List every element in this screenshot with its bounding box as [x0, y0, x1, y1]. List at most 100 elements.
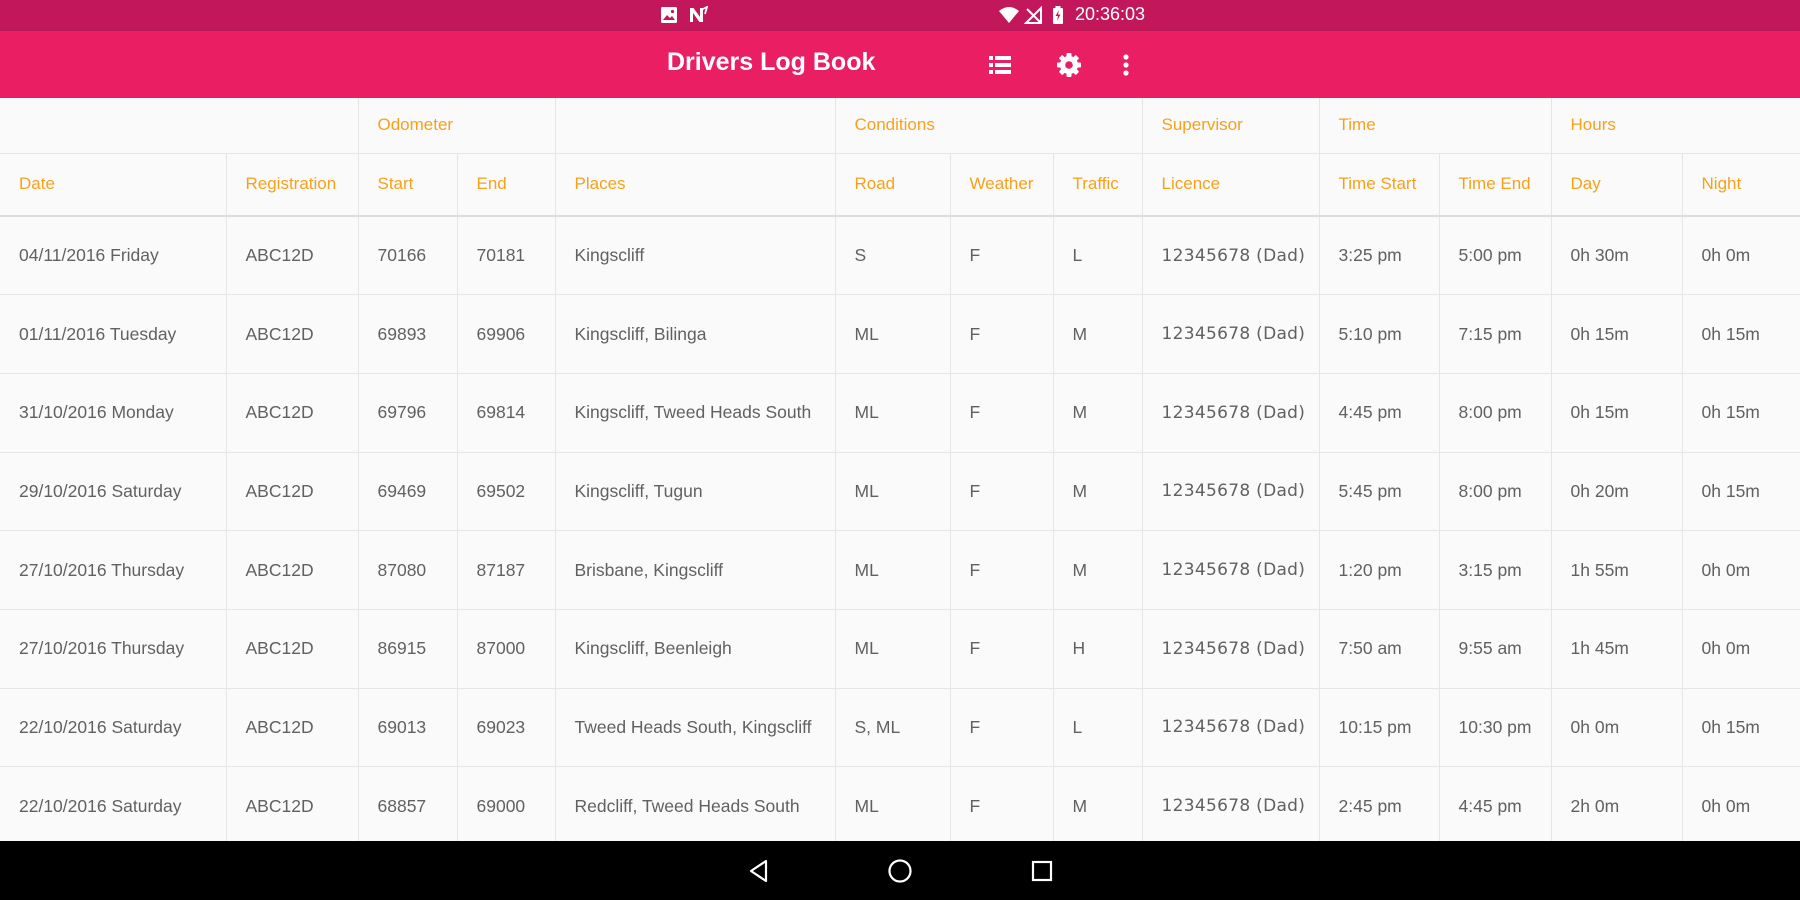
- cell-weather: F: [950, 530, 1054, 610]
- table-row[interactable]: 22/10/2016 Saturday ABC12D 69013 69023 Tweed…: [0, 688, 1800, 768]
- table-row[interactable]: 04/11/2016 Friday ABC12D 70166 70181 Kingscl…: [0, 216, 1800, 296]
- group-header-conditions: Conditions: [835, 98, 1143, 154]
- cell-road: S, ML: [835, 688, 951, 768]
- table-row[interactable]: 27/10/2016 Thursday ABC12D 86915 87000 Kings…: [0, 609, 1800, 689]
- cell-date: 27/10/2016 Thursday: [0, 530, 227, 610]
- column-header-date: Date: [0, 153, 227, 217]
- cell-weather: F: [950, 216, 1054, 296]
- overflow-menu-icon[interactable]: [1107, 46, 1145, 84]
- cell-hours-day: 1h 55m: [1551, 530, 1683, 610]
- cell-licence: 12345678 (Dad): [1142, 216, 1320, 296]
- cell-road: ML: [835, 766, 951, 841]
- cell-hours-night: 0h 15m: [1682, 373, 1800, 453]
- cell-odometer-end: 69814: [457, 373, 556, 453]
- cell-hours-day: 0h 0m: [1551, 688, 1683, 768]
- cell-weather: F: [950, 452, 1054, 532]
- cell-hours-night: 0h 0m: [1682, 530, 1800, 610]
- cell-licence: 12345678 (Dad): [1142, 609, 1320, 689]
- table-row[interactable]: 29/10/2016 Saturday ABC12D 69469 69502 Kings…: [0, 452, 1800, 532]
- cell-traffic: M: [1053, 294, 1143, 374]
- column-header-odometer-start: Start: [358, 153, 458, 217]
- cell-registration: ABC12D: [226, 294, 359, 374]
- cell-registration: ABC12D: [226, 452, 359, 532]
- cell-odometer-start: 69893: [358, 294, 458, 374]
- cell-traffic: M: [1053, 452, 1143, 532]
- no-signal-icon: [1024, 6, 1044, 24]
- cell-places: Kingscliff, Bilinga: [555, 294, 836, 374]
- column-header-places: Places: [555, 153, 836, 217]
- cell-time-start: 5:10 pm: [1319, 294, 1440, 374]
- cell-road: ML: [835, 294, 951, 374]
- settings-gear-icon[interactable]: [1050, 46, 1088, 84]
- cell-hours-day: 2h 0m: [1551, 766, 1683, 841]
- cell-odometer-end: 69000: [457, 766, 556, 841]
- cell-registration: ABC12D: [226, 766, 359, 841]
- group-header-time: Time: [1319, 98, 1552, 154]
- cell-weather: F: [950, 688, 1054, 768]
- cell-traffic: M: [1053, 766, 1143, 841]
- cell-road: ML: [835, 530, 951, 610]
- log-table: Odometer Conditions Supervisor Time Hour…: [0, 98, 1800, 841]
- cell-licence: 12345678 (Dad): [1142, 688, 1320, 768]
- cell-licence: 12345678 (Dad): [1142, 452, 1320, 532]
- back-icon[interactable]: [741, 853, 777, 889]
- cell-weather: F: [950, 609, 1054, 689]
- column-header-registration: Registration: [226, 153, 359, 217]
- cell-places: Kingscliff, Tugun: [555, 452, 836, 532]
- cell-traffic: L: [1053, 216, 1143, 296]
- status-bar: 20:36:03: [0, 0, 1800, 31]
- cell-time-end: 10:30 pm: [1439, 688, 1552, 768]
- cell-odometer-end: 69906: [457, 294, 556, 374]
- group-header-hours: Hours: [1551, 98, 1800, 154]
- cell-odometer-end: 69023: [457, 688, 556, 768]
- cell-odometer-start: 68857: [358, 766, 458, 841]
- cell-road: S: [835, 216, 951, 296]
- cell-time-end: 3:15 pm: [1439, 530, 1552, 610]
- cell-odometer-end: 70181: [457, 216, 556, 296]
- cell-odometer-end: 69502: [457, 452, 556, 532]
- recents-icon[interactable]: [1024, 853, 1060, 889]
- battery-charging-icon: [1052, 6, 1064, 24]
- app-bar: Drivers Log Book: [0, 31, 1800, 98]
- list-view-icon[interactable]: [981, 46, 1019, 84]
- cell-places: Kingscliff: [555, 216, 836, 296]
- cell-time-end: 8:00 pm: [1439, 452, 1552, 532]
- column-header-time-start: Time Start: [1319, 153, 1440, 217]
- column-header-licence: Licence: [1142, 153, 1320, 217]
- cell-registration: ABC12D: [226, 373, 359, 453]
- log-table-container[interactable]: Odometer Conditions Supervisor Time Hour…: [0, 98, 1800, 841]
- column-header-traffic: Traffic: [1053, 153, 1143, 217]
- cell-licence: 12345678 (Dad): [1142, 766, 1320, 841]
- cell-hours-day: 1h 45m: [1551, 609, 1683, 689]
- group-header-blank: [555, 98, 836, 154]
- column-header-hours-night: Night: [1682, 153, 1800, 217]
- table-row[interactable]: 22/10/2016 Saturday ABC12D 68857 69000 Redcl…: [0, 766, 1800, 841]
- home-icon[interactable]: [882, 853, 918, 889]
- table-row[interactable]: 27/10/2016 Thursday ABC12D 87080 87187 Brisb…: [0, 530, 1800, 610]
- cell-time-end: 4:45 pm: [1439, 766, 1552, 841]
- table-body: 04/11/2016 Friday ABC12D 70166 70181 Kingscl…: [0, 216, 1800, 841]
- column-header-time-end: Time End: [1439, 153, 1552, 217]
- cell-odometer-start: 69469: [358, 452, 458, 532]
- cell-registration: ABC12D: [226, 530, 359, 610]
- group-header-odometer: Odometer: [358, 98, 556, 154]
- cell-time-start: 5:45 pm: [1319, 452, 1440, 532]
- column-header-row: Date Registration Start End Places Road Weathe…: [0, 153, 1800, 217]
- cell-time-start: 10:15 pm: [1319, 688, 1440, 768]
- cell-traffic: M: [1053, 530, 1143, 610]
- table-row[interactable]: 01/11/2016 Tuesday ABC12D 69893 69906 Kingsc…: [0, 294, 1800, 374]
- cell-date: 04/11/2016 Friday: [0, 216, 227, 296]
- cell-odometer-start: 87080: [358, 530, 458, 610]
- cell-hours-night: 0h 0m: [1682, 766, 1800, 841]
- cell-licence: 12345678 (Dad): [1142, 294, 1320, 374]
- cell-time-end: 5:00 pm: [1439, 216, 1552, 296]
- cell-hours-day: 0h 30m: [1551, 216, 1683, 296]
- cell-traffic: M: [1053, 373, 1143, 453]
- cell-date: 27/10/2016 Thursday: [0, 609, 227, 689]
- cell-time-end: 7:15 pm: [1439, 294, 1552, 374]
- cell-registration: ABC12D: [226, 609, 359, 689]
- cell-time-end: 8:00 pm: [1439, 373, 1552, 453]
- app-title: Drivers Log Book: [667, 48, 876, 76]
- table-row[interactable]: 31/10/2016 Monday ABC12D 69796 69814 Kingscl…: [0, 373, 1800, 453]
- cell-hours-day: 0h 15m: [1551, 294, 1683, 374]
